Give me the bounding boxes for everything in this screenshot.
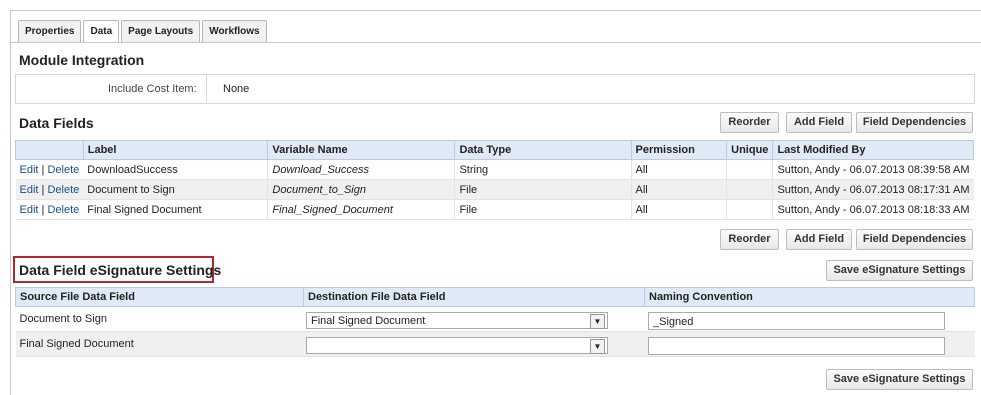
cell-type: String	[454, 159, 631, 180]
data-fields-title: Data Fields	[19, 115, 94, 131]
delete-link[interactable]: Delete	[47, 204, 79, 216]
divider	[206, 75, 207, 103]
tab-page-layouts[interactable]: Page Layouts	[121, 20, 201, 42]
destination-select-value: Final Signed Document	[311, 315, 426, 327]
delete-link[interactable]: Delete	[47, 184, 79, 196]
field-dependencies-button[interactable]: Field Dependencies	[856, 112, 973, 133]
edit-link[interactable]: Edit	[20, 204, 39, 216]
cell-source: Document to Sign	[15, 306, 304, 332]
row-actions: Edit | Delete	[15, 179, 84, 200]
cell-modified: Sutton, Andy - 06.07.2013 08:18:33 AM	[772, 199, 974, 220]
table-row: Edit | Delete Document to Sign Document_…	[15, 179, 974, 200]
save-esignature-button[interactable]: Save eSignature Settings	[826, 260, 973, 281]
module-integration-title: Module Integration	[19, 52, 145, 68]
reorder-button[interactable]: Reorder	[720, 112, 779, 133]
column-header-naming: Naming Convention	[644, 287, 975, 307]
row-actions: Edit | Delete	[15, 199, 84, 220]
cell-permission: All	[630, 179, 727, 200]
cell-unique	[726, 179, 773, 200]
data-fields-table: Label Variable Name Data Type Permission…	[15, 140, 974, 220]
cell-type: File	[454, 179, 631, 200]
add-field-button-bottom[interactable]: Add Field	[786, 229, 852, 250]
chevron-down-icon[interactable]: ▼	[590, 339, 605, 354]
edit-link[interactable]: Edit	[20, 164, 39, 176]
cell-modified: Sutton, Andy - 06.07.2013 08:17:31 AM	[772, 179, 974, 200]
cell-type: File	[454, 199, 631, 220]
cell-variable: Download_Success	[267, 159, 455, 180]
cell-label: Final Signed Document	[83, 199, 268, 220]
reorder-button-bottom[interactable]: Reorder	[720, 229, 779, 250]
cell-label: Document to Sign	[83, 179, 268, 200]
column-header-unique[interactable]: Unique	[726, 140, 774, 160]
cell-label: DownloadSuccess	[83, 159, 268, 180]
esignature-title: Data Field eSignature Settings	[19, 262, 222, 278]
table-row: Edit | Delete Final Signed Document Fina…	[15, 199, 974, 220]
table-header: Source File Data Field Destination File …	[15, 287, 975, 307]
tab-workflows[interactable]: Workflows	[202, 20, 267, 42]
column-header-variable-name[interactable]: Variable Name	[267, 140, 456, 160]
row-actions: Edit | Delete	[15, 159, 84, 180]
naming-convention-input[interactable]	[648, 337, 945, 355]
cell-permission: All	[630, 199, 727, 220]
tab-properties[interactable]: Properties	[18, 20, 82, 42]
column-header-actions	[15, 140, 84, 160]
field-dependencies-button-bottom[interactable]: Field Dependencies	[856, 229, 973, 250]
module-integration-box: Include Cost Item: None	[15, 74, 975, 104]
tab-divider	[10, 42, 981, 43]
destination-select[interactable]: ▼	[306, 337, 608, 354]
destination-select[interactable]: Final Signed Document ▼	[306, 312, 608, 329]
delete-link[interactable]: Delete	[47, 164, 79, 176]
add-field-button[interactable]: Add Field	[786, 112, 852, 133]
chevron-down-icon[interactable]: ▼	[590, 314, 605, 329]
tab-data[interactable]: Data	[83, 20, 120, 43]
include-cost-value: None	[223, 83, 250, 95]
cell-variable: Document_to_Sign	[267, 179, 455, 200]
column-header-last-modified[interactable]: Last Modified By	[772, 140, 974, 160]
edit-link[interactable]: Edit	[20, 184, 39, 196]
column-header-data-type[interactable]: Data Type	[454, 140, 632, 160]
include-cost-label: Include Cost Item:	[108, 83, 197, 95]
save-esignature-button-bottom[interactable]: Save eSignature Settings	[826, 369, 973, 390]
cell-variable: Final_Signed_Document	[267, 199, 455, 220]
table-header: Label Variable Name Data Type Permission…	[15, 140, 974, 160]
cell-source: Final Signed Document	[15, 331, 304, 357]
cell-unique	[726, 159, 773, 180]
cell-modified: Sutton, Andy - 06.07.2013 08:39:58 AM	[772, 159, 974, 180]
table-row: Edit | Delete DownloadSuccess Download_S…	[15, 159, 974, 180]
cell-permission: All	[630, 159, 727, 180]
column-header-destination: Destination File Data Field	[303, 287, 645, 307]
naming-convention-input[interactable]: _Signed	[648, 312, 945, 330]
column-header-source: Source File Data Field	[15, 287, 304, 307]
tab-bar: Properties Data Page Layouts Workflows	[18, 20, 269, 43]
column-header-label[interactable]: Label	[82, 140, 269, 160]
cell-unique	[726, 199, 773, 220]
column-header-permission[interactable]: Permission	[630, 140, 728, 160]
